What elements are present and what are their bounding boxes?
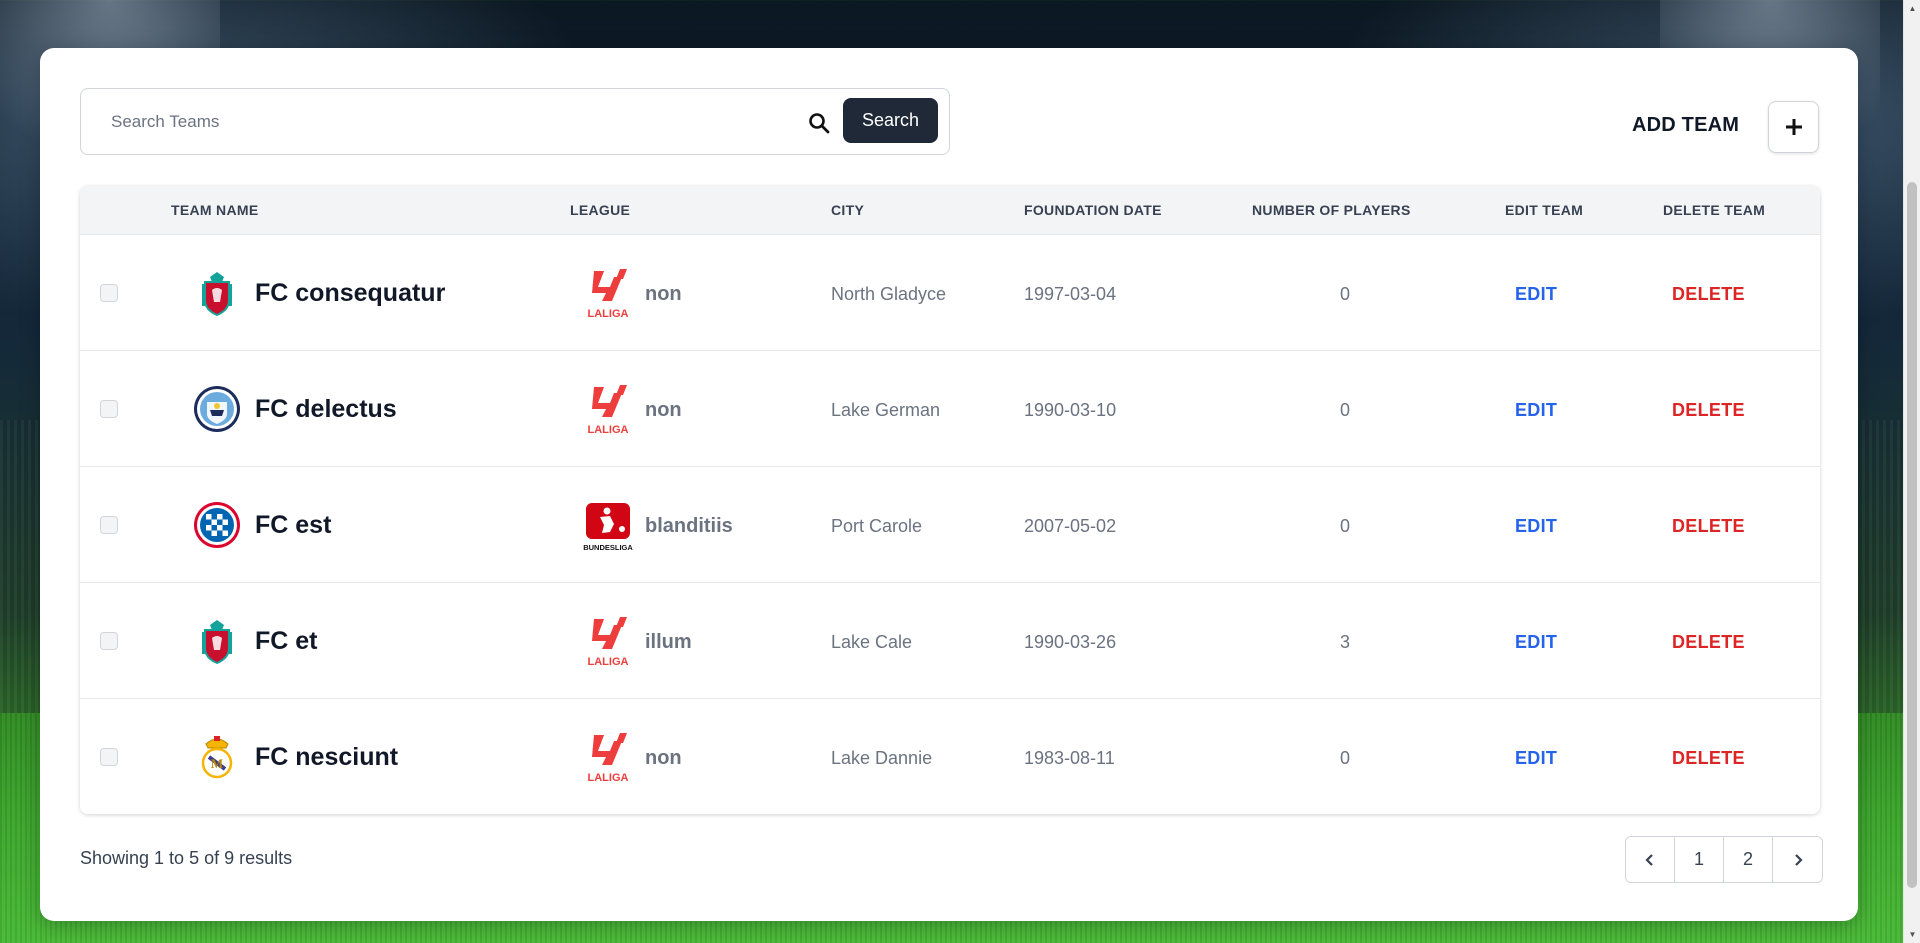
edit-team-link[interactable]: EDIT	[1515, 748, 1557, 769]
bundesliga-wordmark: BUNDESLIGA	[583, 543, 633, 552]
liverpool-crest-icon	[202, 272, 232, 317]
laliga-wordmark: LALIGA	[588, 424, 629, 436]
next-page-button[interactable]	[1773, 837, 1822, 882]
delete-team-link[interactable]: DELETE	[1672, 284, 1745, 305]
bayern-crest-icon	[194, 502, 240, 548]
edit-team-link[interactable]: EDIT	[1515, 516, 1557, 537]
row-checkbox[interactable]	[100, 748, 118, 766]
league-name: blanditiis	[645, 515, 733, 537]
page-button-1[interactable]: 1	[1675, 837, 1724, 882]
liverpool-crest-icon	[202, 620, 232, 665]
city: Port Carole	[831, 516, 923, 536]
foundation-date: 1990-03-10	[1024, 400, 1117, 420]
table-row: M FC nesciunt LALIGA non Lake Dannie 198…	[80, 698, 1820, 814]
table-row: FC delectus LALIGA non Lake German 1990-…	[80, 350, 1820, 466]
crest-monogram: M	[211, 756, 223, 771]
chevron-right-icon	[1794, 853, 1803, 866]
league-name: non	[645, 283, 682, 305]
scrollbar-thumb[interactable]	[1907, 182, 1917, 888]
search-button[interactable]: Search	[843, 98, 938, 143]
add-team-label: ADD TEAM	[1632, 114, 1740, 136]
chevron-left-icon	[1645, 853, 1653, 866]
row-checkbox[interactable]	[100, 400, 118, 418]
foundation-date: 2007-05-02	[1024, 516, 1117, 536]
search-icon[interactable]	[807, 111, 831, 135]
team-name: FC est	[255, 511, 332, 539]
plus-icon	[1785, 119, 1802, 135]
team-name: FC nesciunt	[255, 743, 399, 771]
delete-team-link[interactable]: DELETE	[1672, 632, 1745, 653]
edit-team-link[interactable]: EDIT	[1515, 284, 1557, 305]
number-of-players: 3	[1339, 632, 1350, 652]
row-checkbox[interactable]	[100, 516, 118, 534]
laliga-logo-icon: LALIGA	[588, 617, 629, 668]
number-of-players: 0	[1339, 284, 1350, 304]
city: Lake Dannie	[831, 748, 933, 768]
league-name: non	[645, 747, 682, 769]
team-name: FC et	[255, 627, 318, 655]
number-of-players: 0	[1339, 748, 1350, 768]
table-row: FC est BUNDESLIGA blanditiis Port Carole…	[80, 466, 1820, 582]
edit-team-link[interactable]: EDIT	[1515, 632, 1557, 653]
laliga-wordmark: LALIGA	[588, 656, 629, 668]
city: North Gladyce	[831, 284, 947, 304]
laliga-wordmark: LALIGA	[588, 772, 629, 784]
header-league: LEAGUE	[570, 202, 631, 218]
delete-team-link[interactable]: DELETE	[1672, 400, 1745, 421]
header-delete-team: DELETE TEAM	[1663, 202, 1766, 218]
manchester-city-crest-icon	[194, 386, 240, 432]
foundation-date: 1997-03-04	[1024, 284, 1117, 304]
header-city: CITY	[831, 202, 865, 218]
bundesliga-logo-icon: BUNDESLIGA	[583, 503, 633, 552]
search-input[interactable]	[95, 101, 775, 143]
number-of-players: 0	[1339, 400, 1350, 420]
team-name: FC consequatur	[255, 279, 446, 307]
results-summary: Showing 1 to 5 of 9 results	[80, 848, 293, 868]
header-team-name: TEAM NAME	[171, 202, 259, 218]
league-name: illum	[645, 631, 692, 653]
add-team-button[interactable]	[1768, 101, 1819, 153]
header-number-of-players: NUMBER OF PLAYERS	[1252, 202, 1411, 218]
laliga-logo-icon: LALIGA	[588, 385, 629, 436]
table-header: TEAM NAME LEAGUE CITY FOUNDATION DATE NU…	[80, 186, 1820, 234]
league-name: non	[645, 399, 682, 421]
teams-table: TEAM NAME LEAGUE CITY FOUNDATION DATE NU…	[80, 186, 1820, 814]
laliga-logo-icon: LALIGA	[588, 733, 629, 784]
header-foundation-date: FOUNDATION DATE	[1024, 202, 1162, 218]
city: Lake Cale	[831, 632, 913, 652]
foundation-date: 1990-03-26	[1024, 632, 1117, 652]
previous-page-button[interactable]	[1626, 837, 1675, 882]
delete-team-link[interactable]: DELETE	[1672, 516, 1745, 537]
scroll-up-arrow-icon[interactable]: ▲	[1904, 0, 1920, 17]
row-checkbox[interactable]	[100, 284, 118, 302]
edit-team-link[interactable]: EDIT	[1515, 400, 1557, 421]
number-of-players: 0	[1339, 516, 1350, 536]
row-checkbox[interactable]	[100, 632, 118, 650]
teams-card: Search ADD TEAM TEAM NAME LEAGUE CITY FO…	[40, 48, 1858, 921]
search-bar: Search	[80, 88, 950, 155]
delete-team-link[interactable]: DELETE	[1672, 748, 1745, 769]
page-button-2[interactable]: 2	[1724, 837, 1773, 882]
table-row: FC et LALIGA illum Lake Cale 1990-03-26 …	[80, 582, 1820, 698]
scroll-down-arrow-icon[interactable]: ▼	[1904, 926, 1920, 943]
city: Lake German	[831, 400, 941, 420]
laliga-wordmark: LALIGA	[588, 308, 629, 320]
page-scrollbar[interactable]: ▲ ▼	[1903, 0, 1920, 943]
team-name: FC delectus	[255, 395, 397, 423]
table-row: FC consequatur LALIGA non North Gladyce …	[80, 234, 1820, 350]
real-madrid-crest-icon: M	[201, 736, 233, 779]
laliga-logo-icon: LALIGA	[588, 269, 629, 320]
pagination: 1 2	[1625, 836, 1823, 883]
foundation-date: 1983-08-11	[1024, 748, 1115, 768]
header-edit-team: EDIT TEAM	[1505, 202, 1584, 218]
